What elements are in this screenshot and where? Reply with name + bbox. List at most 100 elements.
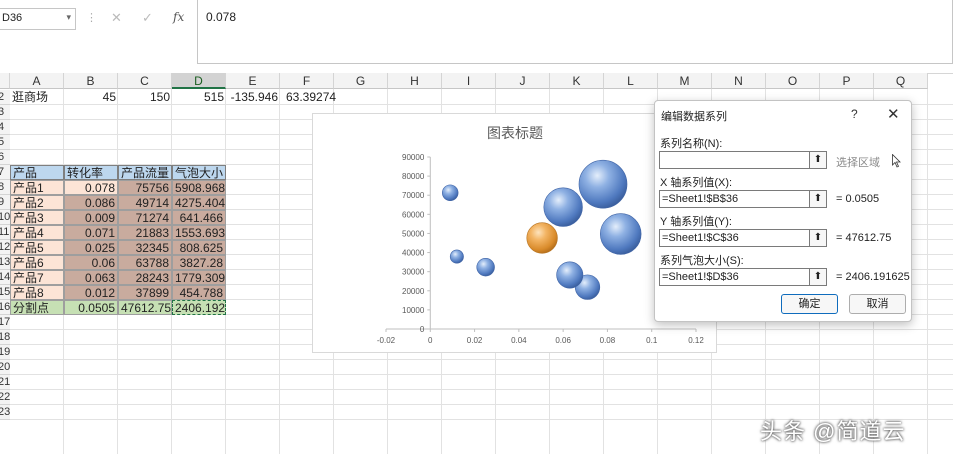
range-select-icon[interactable]: ⬆ bbox=[810, 229, 827, 247]
row-header[interactable]: 5 bbox=[0, 135, 10, 150]
row-header[interactable]: 23 bbox=[0, 405, 10, 420]
column-header-a[interactable]: A bbox=[10, 73, 64, 89]
table-cell[interactable]: 28243 bbox=[118, 270, 172, 285]
table-cell[interactable]: 0.009 bbox=[64, 210, 118, 225]
column-header-q[interactable]: Q bbox=[874, 73, 928, 89]
table-cell[interactable]: 71274 bbox=[118, 210, 172, 225]
column-header-k[interactable]: K bbox=[550, 73, 604, 89]
table-cell[interactable]: 32345 bbox=[118, 240, 172, 255]
split-point-bubble[interactable] bbox=[526, 222, 558, 254]
table-cell[interactable]: 产品3 bbox=[10, 210, 64, 225]
range-select-icon[interactable]: ⬆ bbox=[810, 268, 827, 286]
column-header-c[interactable]: C bbox=[118, 73, 172, 89]
column-header-h[interactable]: H bbox=[388, 73, 442, 89]
cell-c2[interactable]: 150 bbox=[118, 90, 172, 105]
cell-f2[interactable]: 63.39274 bbox=[284, 90, 338, 105]
row-header[interactable]: 8 bbox=[0, 180, 10, 195]
table-cell[interactable]: 0.06 bbox=[64, 255, 118, 270]
row-header[interactable]: 6 bbox=[0, 150, 10, 165]
split-point-cell[interactable]: 分割点 bbox=[10, 300, 64, 315]
table-cell[interactable]: 0.063 bbox=[64, 270, 118, 285]
bubble-point[interactable] bbox=[449, 249, 464, 264]
column-header-j[interactable]: J bbox=[496, 73, 550, 89]
table-cell[interactable]: 0.071 bbox=[64, 225, 118, 240]
cancel-button[interactable]: 取消 bbox=[849, 294, 906, 314]
column-header-n[interactable]: N bbox=[712, 73, 766, 89]
bubble-point[interactable] bbox=[578, 159, 628, 209]
table-cell[interactable]: 75756 bbox=[118, 180, 172, 195]
bubble-point[interactable] bbox=[556, 261, 584, 289]
row-header[interactable]: 14 bbox=[0, 270, 10, 285]
row-header[interactable]: 13 bbox=[0, 255, 10, 270]
row-header[interactable]: 4 bbox=[0, 120, 10, 135]
cell-b2[interactable]: 45 bbox=[64, 90, 118, 105]
table-cell[interactable]: 0.078 bbox=[64, 180, 118, 195]
table-cell[interactable]: 0.086 bbox=[64, 195, 118, 210]
row-header[interactable]: 11 bbox=[0, 225, 10, 240]
select-all-corner[interactable] bbox=[0, 73, 10, 89]
table-header[interactable]: 产品 bbox=[10, 165, 64, 180]
row-header[interactable]: 12 bbox=[0, 240, 10, 255]
cell-d2[interactable]: 515 bbox=[172, 90, 226, 105]
bubble-size-input[interactable]: =Sheet1!$D$36 bbox=[659, 268, 810, 286]
enter-icon[interactable]: ✓ bbox=[142, 10, 153, 26]
row-header[interactable]: 2 bbox=[0, 90, 10, 105]
table-cell[interactable]: 1779.309 bbox=[172, 270, 226, 285]
table-cell[interactable]: 产品1 bbox=[10, 180, 64, 195]
close-icon[interactable]: ✕ bbox=[887, 105, 900, 123]
table-cell[interactable]: 5908.968 bbox=[172, 180, 226, 195]
row-header[interactable]: 17 bbox=[0, 315, 10, 330]
row-header[interactable]: 21 bbox=[0, 375, 10, 390]
series-name-input[interactable] bbox=[659, 151, 810, 169]
column-header-p[interactable]: P bbox=[820, 73, 874, 89]
column-header-m[interactable]: M bbox=[658, 73, 712, 89]
row-header[interactable]: 22 bbox=[0, 390, 10, 405]
table-cell[interactable]: 63788 bbox=[118, 255, 172, 270]
bubble-point[interactable] bbox=[476, 258, 495, 277]
table-cell[interactable]: 4275.404 bbox=[172, 195, 226, 210]
table-cell[interactable]: 产品6 bbox=[10, 255, 64, 270]
row-header[interactable]: 16 bbox=[0, 300, 10, 315]
row-header[interactable]: 15 bbox=[0, 285, 10, 300]
row-header[interactable]: 10 bbox=[0, 210, 10, 225]
table-cell[interactable]: 49714 bbox=[118, 195, 172, 210]
split-point-cell[interactable]: 2406.192 bbox=[172, 300, 226, 315]
y-values-input[interactable]: =Sheet1!$C$36 bbox=[659, 229, 810, 247]
column-header-e[interactable]: E bbox=[226, 73, 280, 89]
table-cell[interactable]: 808.625 bbox=[172, 240, 226, 255]
column-header-i[interactable]: I bbox=[442, 73, 496, 89]
column-header-f[interactable]: F bbox=[280, 73, 334, 89]
insert-function-icon[interactable]: fx bbox=[173, 10, 184, 24]
split-point-cell[interactable]: 47612.75 bbox=[118, 300, 172, 315]
table-header[interactable]: 气泡大小 bbox=[172, 165, 226, 180]
name-box[interactable]: D36 ▾ bbox=[0, 8, 76, 30]
table-header[interactable]: 转化率 bbox=[64, 165, 118, 180]
table-cell[interactable]: 产品5 bbox=[10, 240, 64, 255]
table-cell[interactable]: 产品4 bbox=[10, 225, 64, 240]
ok-button[interactable]: 确定 bbox=[781, 294, 838, 314]
row-header[interactable]: 19 bbox=[0, 345, 10, 360]
chart-title[interactable]: 图表标题 bbox=[487, 125, 543, 141]
column-header-g[interactable]: G bbox=[334, 73, 388, 89]
table-cell[interactable]: 37899 bbox=[118, 285, 172, 300]
table-cell[interactable]: 产品7 bbox=[10, 270, 64, 285]
column-header-o[interactable]: O bbox=[766, 73, 820, 89]
splitter-icon[interactable]: ⋮ bbox=[86, 11, 97, 24]
table-cell[interactable]: 0.025 bbox=[64, 240, 118, 255]
row-header[interactable]: 3 bbox=[0, 105, 10, 120]
table-cell[interactable]: 1553.693 bbox=[172, 225, 226, 240]
row-header[interactable]: 9 bbox=[0, 195, 10, 210]
cancel-icon[interactable]: ✕ bbox=[111, 10, 122, 26]
help-icon[interactable]: ? bbox=[851, 107, 858, 121]
formula-input[interactable]: 0.078 bbox=[197, 0, 953, 64]
table-cell[interactable]: 产品8 bbox=[10, 285, 64, 300]
bubble-point[interactable] bbox=[600, 213, 642, 255]
cell-e2[interactable]: -135.946 bbox=[226, 90, 280, 105]
x-values-input[interactable]: =Sheet1!$B$36 bbox=[659, 190, 810, 208]
row-header[interactable]: 18 bbox=[0, 330, 10, 345]
table-cell[interactable]: 454.788 bbox=[172, 285, 226, 300]
row-header[interactable]: 20 bbox=[0, 360, 10, 375]
split-point-cell[interactable]: 0.0505 bbox=[64, 300, 118, 315]
column-header-l[interactable]: L bbox=[604, 73, 658, 89]
bubble-point[interactable] bbox=[543, 187, 583, 227]
